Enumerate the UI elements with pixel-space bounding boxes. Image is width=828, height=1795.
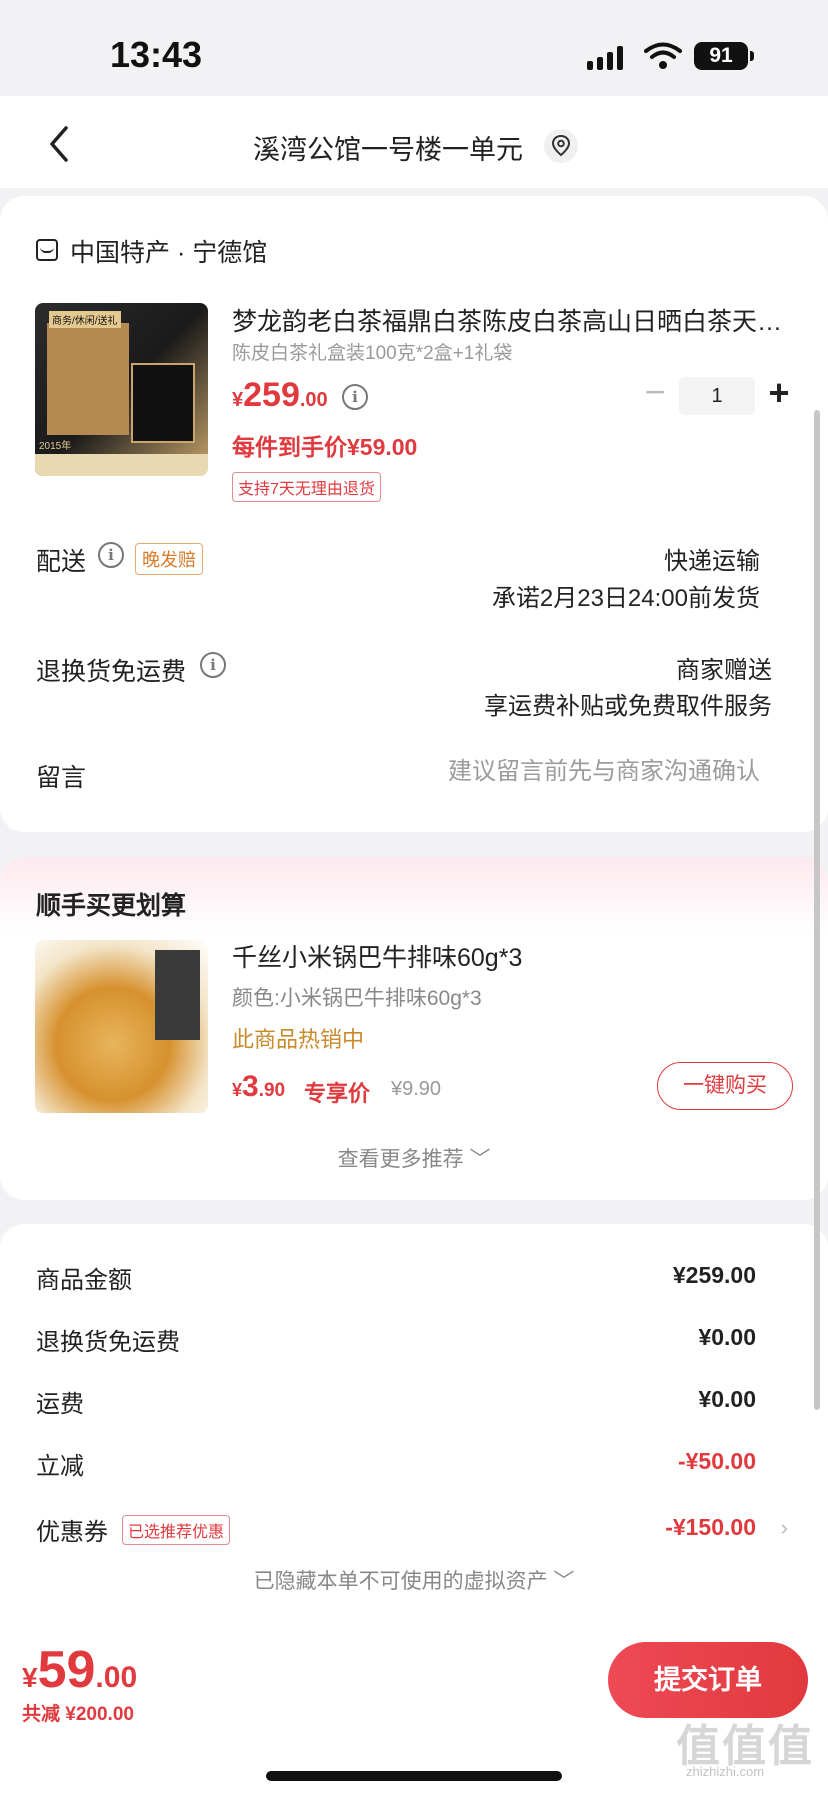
recommend-exclusive-label: 专享价: [304, 1081, 371, 1106]
return-shipping-label: 退换货免运费: [36, 658, 187, 686]
delivery-method: 快递运输: [664, 548, 760, 575]
recommend-product-name[interactable]: 千丝小米锅巴牛排味60g*3: [232, 938, 522, 974]
return-fee-label: 退换货免运费: [36, 1329, 180, 1356]
home-indicator[interactable]: [266, 1771, 562, 1781]
delivery-label: 配送: [36, 548, 87, 576]
product-title[interactable]: 梦龙韵老白茶福鼎白茶陈皮白茶高山日晒白茶天…: [232, 302, 797, 338]
scrollbar[interactable]: [814, 410, 820, 1410]
return-policy-badge: 支持7天无理由退货: [232, 472, 381, 502]
one-click-buy-button[interactable]: 一键购买: [657, 1062, 793, 1110]
return-fee-value: ¥0.00: [698, 1324, 756, 1350]
location-pin-icon[interactable]: [544, 129, 578, 163]
shop-name[interactable]: 中国特产 · 宁德馆: [70, 233, 267, 269]
discount-label: 立减: [36, 1453, 84, 1480]
wifi-icon: [644, 42, 682, 69]
product-image[interactable]: 商务/休闲/送礼 2015年: [35, 303, 208, 476]
return-shipping-giver: 商家赠送: [676, 657, 772, 684]
shipping-label: 运费: [36, 1391, 84, 1418]
status-time: 13:43: [110, 34, 203, 75]
chevron-right-icon[interactable]: ›: [781, 1515, 788, 1541]
shipping-value: ¥0.00: [698, 1386, 756, 1412]
watermark-url: zhizhizhi.com: [686, 1764, 765, 1779]
total-saved: 共减 ¥200.00: [22, 1704, 134, 1725]
goods-amount-label: 商品金额: [36, 1267, 132, 1294]
discount-value: -¥50.00: [677, 1448, 756, 1474]
product-image-tag: 商务/休闲/送礼: [49, 311, 121, 328]
return-shipping-info-icon[interactable]: i: [200, 652, 226, 678]
delivery-promise: 承诺2月23日24:00前发货: [491, 585, 760, 612]
submit-order-button[interactable]: 提交订单: [608, 1642, 808, 1718]
delivery-info-icon[interactable]: i: [98, 542, 124, 568]
recommend-product-color: 颜色:小米锅巴牛排味60g*3: [232, 987, 482, 1010]
coupon-value[interactable]: -¥150.00: [665, 1514, 756, 1541]
coupon-badge: 已选推荐优惠: [122, 1515, 231, 1545]
recommend-title: 顺手买更划算: [36, 892, 187, 920]
product-price: ¥259.00: [232, 376, 328, 414]
product-image-year: 2015年: [39, 441, 72, 452]
quantity-decrease-button[interactable]: −: [640, 374, 670, 412]
recommend-original-price: ¥9.90: [391, 1078, 442, 1100]
product-spec[interactable]: 陈皮白茶礼盒装100克*2盒+1礼袋: [232, 338, 512, 365]
total-price: ¥59.00: [22, 1641, 138, 1699]
battery-tip: [750, 51, 754, 61]
cellular-signal-icon: [587, 46, 627, 70]
coupon-label[interactable]: 优惠券: [36, 1512, 108, 1547]
message-label: 留言: [36, 764, 87, 792]
price-info-icon[interactable]: i: [342, 384, 368, 410]
order-card: [0, 196, 828, 832]
quantity-increase-button[interactable]: +: [764, 374, 794, 414]
late-delivery-badge[interactable]: 晚发赔: [135, 543, 203, 575]
recommend-product-image[interactable]: [35, 940, 208, 1113]
return-shipping-service: 享运费补贴或免费取件服务: [484, 693, 772, 720]
address-title[interactable]: 溪湾公馆一号楼一单元: [0, 128, 776, 167]
recommend-hot-label: 此商品热销中: [232, 1027, 365, 1052]
hidden-assets-toggle[interactable]: 已隐藏本单不可使用的虚拟资产 ﹀: [0, 1565, 828, 1595]
battery-level: 91: [694, 42, 748, 70]
more-recommendations-link[interactable]: 查看更多推荐 ﹀: [0, 1143, 828, 1173]
message-input[interactable]: [360, 758, 760, 786]
shop-icon: [36, 239, 58, 261]
recommend-price: ¥3.90: [232, 1070, 286, 1103]
quantity-input[interactable]: 1: [679, 377, 755, 415]
goods-amount-value: ¥259.00: [672, 1262, 756, 1288]
unit-price: 每件到手价¥59.00: [232, 434, 418, 460]
